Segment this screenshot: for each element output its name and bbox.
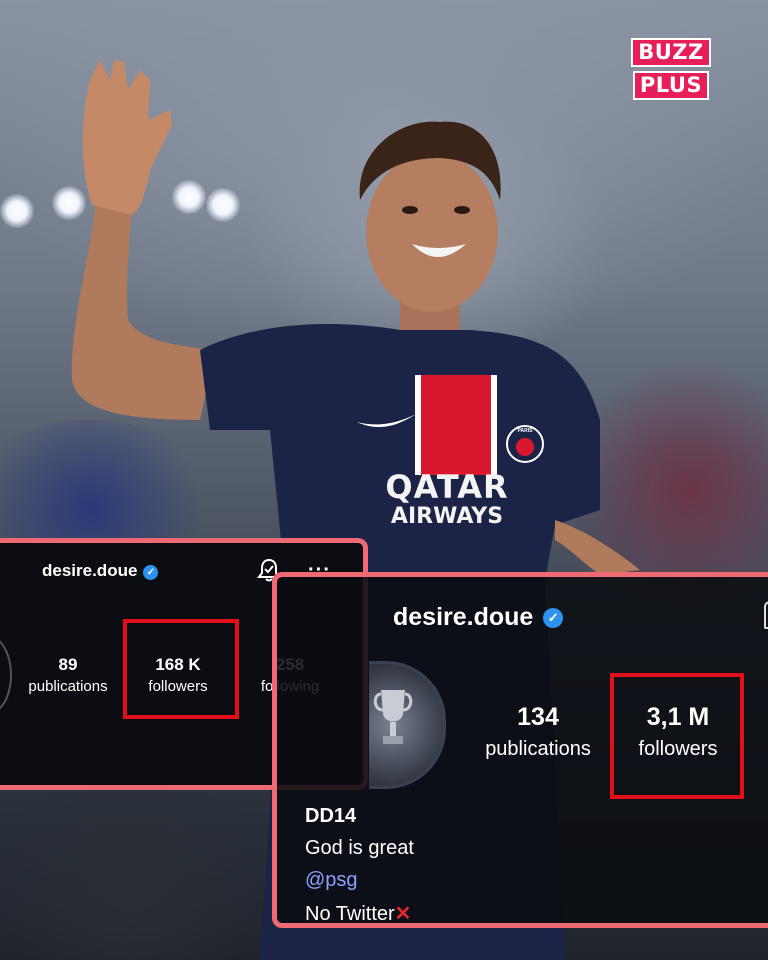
highlight-box	[610, 673, 744, 799]
cross-mark-icon: ✕	[394, 903, 412, 925]
verified-badge-icon: ✓	[543, 608, 564, 628]
jersey-sponsor-line1: QATAR	[385, 468, 509, 506]
username-text: desire.doue	[42, 561, 138, 580]
stat-publications[interactable]: 89 publications	[18, 655, 118, 695]
bio-text: No Twitter	[305, 903, 395, 925]
avatar[interactable]	[369, 661, 446, 789]
stat-label: publications	[485, 738, 591, 760]
profile-card-new: desire.doue ✓ 134 publications 3,1 M foll…	[272, 572, 768, 928]
buzz-plus-logo: BUZZ PLUS	[624, 38, 718, 100]
bio-line: No Twitter✕	[305, 901, 411, 926]
verified-badge-icon: ✓	[143, 565, 159, 580]
stat-value: 134	[517, 703, 559, 731]
jersey-sponsor: QATAR AIRWAYS	[362, 470, 532, 530]
stat-value: 89	[58, 655, 78, 674]
jersey-badge-text: PARIS	[517, 428, 533, 434]
highlight-box	[123, 619, 239, 719]
logo-line2: PLUS	[632, 71, 710, 100]
bio-name: DD14	[305, 805, 357, 827]
bio-mention-link[interactable]: @psg	[305, 869, 358, 892]
trophy-icon	[373, 690, 413, 744]
profile-username[interactable]: desire.doue ✓	[393, 603, 564, 632]
stat-publications[interactable]: 134 publications	[463, 703, 613, 761]
jersey-sponsor-line2: AIRWAYS	[390, 504, 504, 529]
stat-label: publications	[28, 678, 108, 695]
logo-line1: BUZZ	[631, 38, 711, 67]
bio-line: God is great	[305, 837, 414, 859]
bell-icon[interactable]	[764, 601, 768, 629]
username-text: desire.doue	[393, 603, 534, 631]
profile-username[interactable]: desire.doue ✓	[42, 561, 159, 581]
avatar[interactable]	[0, 635, 12, 715]
